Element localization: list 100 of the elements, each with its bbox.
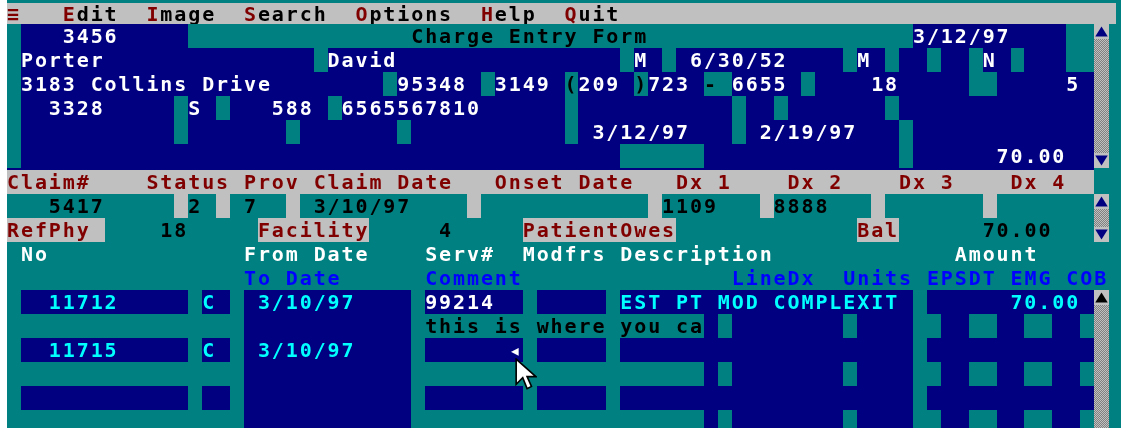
- form-title: Charge Entry Form: [411, 24, 649, 48]
- field-value: M: [634, 48, 649, 72]
- field-value: 3/10/97: [313, 194, 412, 218]
- input-field[interactable]: [202, 386, 230, 410]
- field-separator: [982, 194, 997, 218]
- menu-item[interactable]: Image: [146, 0, 217, 24]
- field-separator: [885, 48, 899, 72]
- column-header: COB: [1066, 266, 1110, 290]
- scrollbar[interactable]: [1094, 24, 1110, 168]
- field-value: 70.00: [982, 218, 1053, 242]
- input-field[interactable]: [731, 410, 844, 428]
- field-separator: [1066, 24, 1095, 48]
- date-text: 3/10/97: [257, 290, 356, 314]
- field-value: ): [634, 72, 649, 96]
- service-field[interactable]: ◂: [425, 338, 523, 362]
- input-field[interactable]: [536, 386, 607, 410]
- field-separator: [662, 48, 676, 72]
- input-field[interactable]: [1052, 410, 1081, 428]
- field-separator: [216, 96, 230, 120]
- service-field[interactable]: [425, 386, 523, 410]
- field-value: 3328: [48, 96, 105, 120]
- column-header: Units: [843, 266, 913, 290]
- field-separator: [620, 48, 635, 72]
- field-value: 6565567810: [341, 96, 481, 120]
- column-header: EMG: [1010, 266, 1053, 290]
- field-separator: [759, 194, 774, 218]
- column-header: No: [20, 242, 49, 266]
- menu-item[interactable]: Search: [243, 0, 328, 24]
- status-field[interactable]: C: [202, 290, 230, 314]
- field-value: 18: [871, 72, 899, 96]
- field-value: Porter: [20, 48, 105, 72]
- input-field[interactable]: [536, 290, 607, 314]
- scrollbar[interactable]: [1094, 194, 1110, 242]
- field-separator: [466, 194, 481, 218]
- column-header: Modfrs: [522, 242, 607, 266]
- field-value: S: [188, 96, 203, 120]
- field-value: 723: [648, 72, 690, 96]
- column-header: Comment: [425, 266, 523, 290]
- column-header: From Date: [243, 242, 370, 266]
- input-field[interactable]: [20, 386, 189, 410]
- input-field[interactable]: [536, 338, 607, 362]
- field-value: David: [327, 48, 398, 72]
- field-label: Facility: [257, 218, 370, 242]
- input-field[interactable]: [857, 410, 913, 428]
- input-field[interactable]: [940, 410, 969, 428]
- scroll-up-arrow-icon[interactable]: [1094, 24, 1110, 39]
- field-separator: [397, 120, 412, 144]
- menu-item[interactable]: Help: [480, 0, 537, 24]
- field-value: 2/19/97: [759, 120, 858, 144]
- field-value: 18: [160, 218, 189, 242]
- scroll-up-arrow-icon[interactable]: [1094, 194, 1110, 209]
- field-value: N: [982, 48, 997, 72]
- menu-item[interactable]: Quit: [564, 0, 621, 24]
- field-value: 209: [578, 72, 621, 96]
- line-number-field[interactable]: 11715: [20, 338, 189, 362]
- column-header: To Date: [243, 266, 342, 290]
- field-value: 70.00: [996, 144, 1067, 168]
- field-value: 2: [188, 194, 203, 218]
- field-value: 3149: [494, 72, 551, 96]
- amount-field[interactable]: 70.00: [926, 290, 1095, 314]
- field-value: 588: [271, 96, 314, 120]
- field-value: 3/12/97: [912, 24, 1011, 48]
- status-field[interactable]: C: [202, 338, 230, 362]
- scroll-up-arrow-icon[interactable]: [1094, 290, 1110, 305]
- field-value: 95348: [397, 72, 467, 96]
- field-value: 4: [439, 218, 453, 242]
- input-field[interactable]: [703, 410, 718, 428]
- field-label: PatientOwes: [522, 218, 676, 242]
- menu-item[interactable]: ≡: [7, 0, 21, 24]
- field-value: 8888: [773, 194, 830, 218]
- column-header: Serv#: [425, 242, 495, 266]
- field-label: Dx 4: [1010, 170, 1067, 194]
- scroll-down-arrow-icon[interactable]: [1094, 153, 1110, 168]
- field-value: -: [703, 72, 732, 96]
- scroll-down-arrow-icon[interactable]: [1094, 227, 1110, 242]
- field-separator: [216, 194, 230, 218]
- menu-item[interactable]: Edit: [62, 0, 119, 24]
- service-field[interactable]: 99214: [425, 290, 523, 314]
- comment-field[interactable]: this is where you ca: [425, 314, 704, 338]
- line-number-field[interactable]: 11712: [20, 290, 189, 314]
- field-value: 6655: [731, 72, 788, 96]
- field-value: 3183 Collins Drive: [20, 72, 272, 96]
- menu-item[interactable]: Options: [355, 0, 453, 24]
- date-text: 3/10/97: [257, 338, 356, 362]
- field-value: 3/12/97: [592, 120, 690, 144]
- column-header: Amount: [954, 242, 1039, 266]
- field-label: Dx 2: [787, 170, 844, 194]
- field-value: M: [857, 48, 872, 72]
- field-label: Claim#: [7, 170, 91, 194]
- input-field[interactable]: [996, 410, 1025, 428]
- description-field[interactable]: EST PT MOD COMPLEXIT: [620, 290, 913, 314]
- field-label: RefPhy: [7, 218, 105, 242]
- field-separator: [801, 72, 816, 96]
- column-header: Description: [620, 242, 774, 266]
- field-label: Dx 1: [676, 170, 732, 194]
- field-label: Prov: [243, 170, 300, 194]
- field-label: Status: [146, 170, 230, 194]
- field-value: 6/30/52: [689, 48, 788, 72]
- field-value: 7: [243, 194, 258, 218]
- field-label: Claim Date: [313, 170, 453, 194]
